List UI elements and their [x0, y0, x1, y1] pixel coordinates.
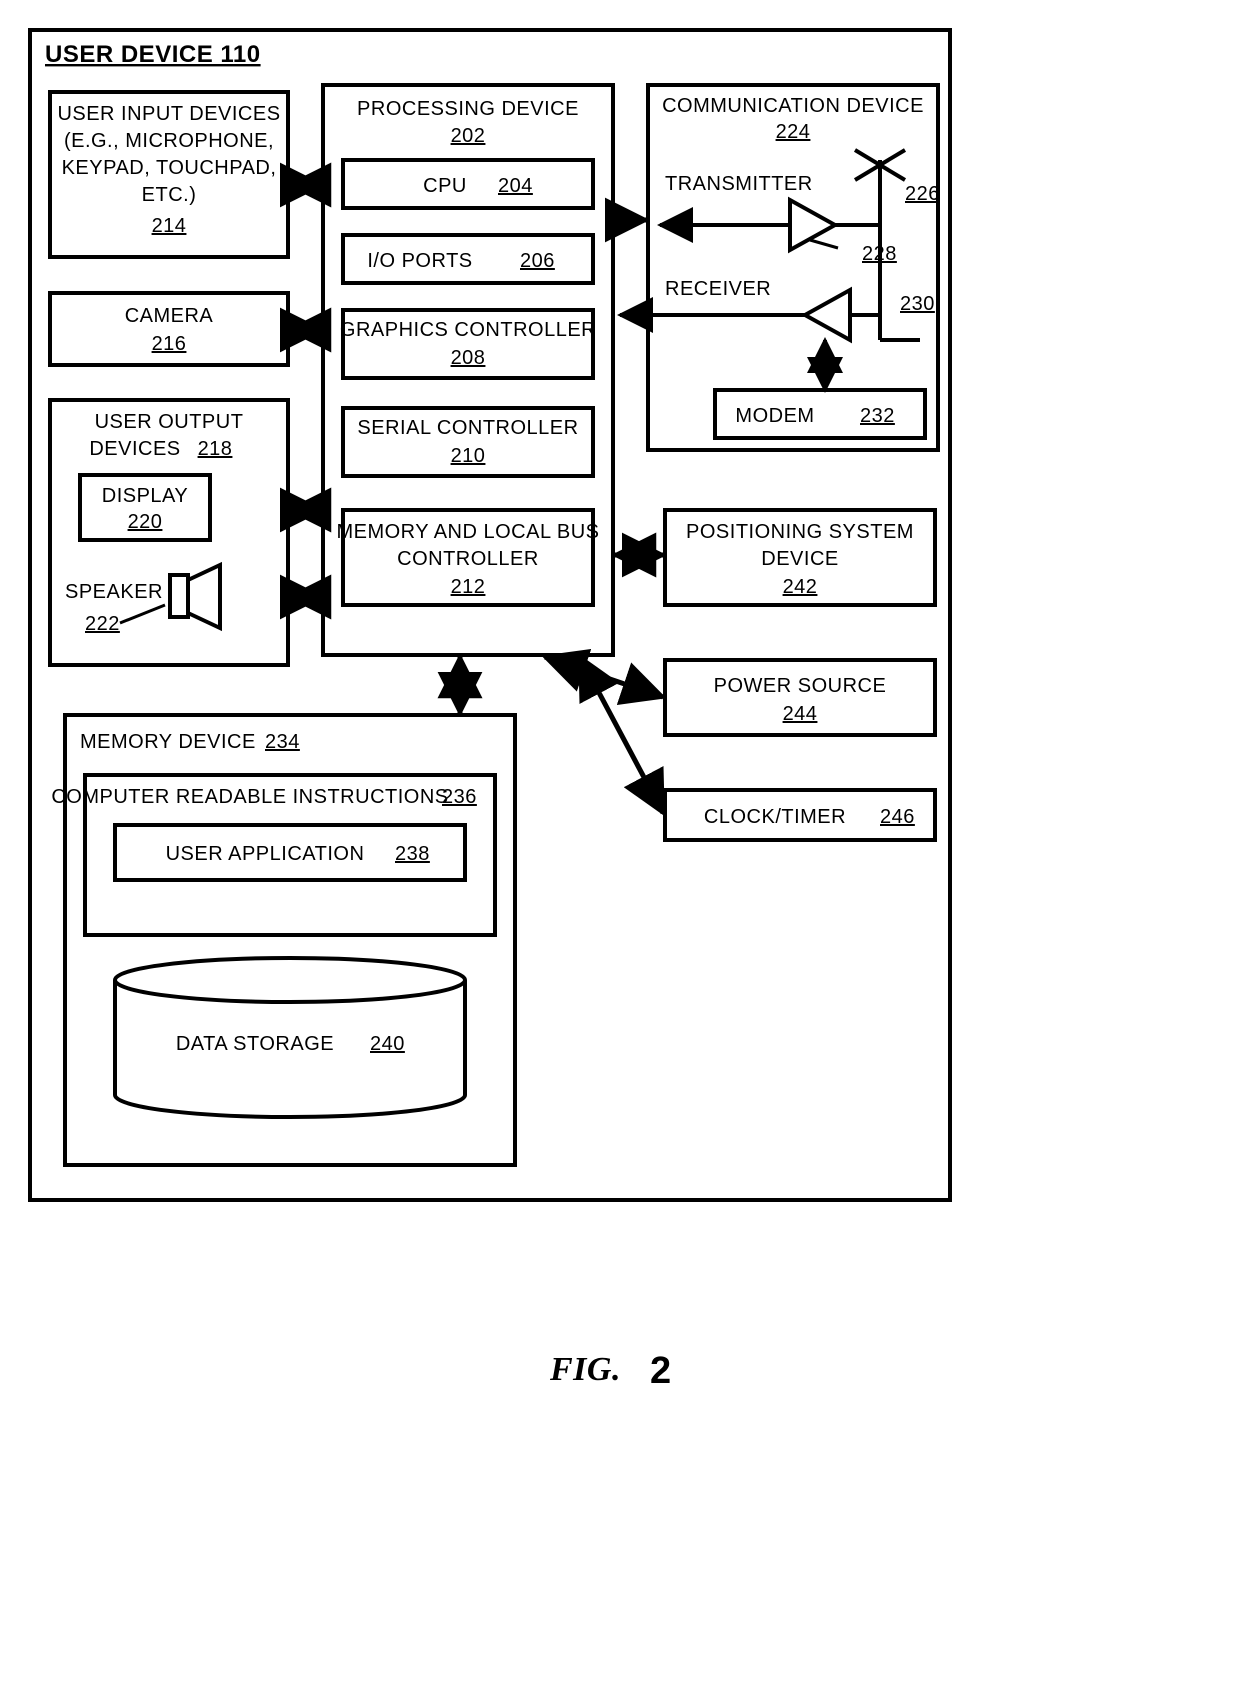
block-user-output: USER OUTPUT DEVICES 218 DISPLAY 220 SPEA…: [50, 400, 288, 665]
svg-text:216: 216: [152, 333, 187, 355]
svg-text:CONTROLLER: CONTROLLER: [397, 548, 539, 570]
svg-text:DEVICES: DEVICES: [89, 438, 180, 460]
svg-text:204: 204: [498, 175, 533, 197]
svg-text:202: 202: [451, 125, 486, 147]
block-communication-device: COMMUNICATION DEVICE 224 TRANSMITTER REC…: [620, 85, 940, 450]
svg-text:214: 214: [152, 215, 187, 237]
svg-text:212: 212: [451, 576, 486, 598]
svg-text:206: 206: [520, 250, 555, 272]
svg-text:232: 232: [860, 405, 895, 427]
block-power-source: POWER SOURCE 244: [665, 660, 935, 735]
svg-text:236: 236: [442, 786, 477, 808]
svg-text:(E.G., MICROPHONE,: (E.G., MICROPHONE,: [64, 130, 274, 152]
svg-text:SPEAKER: SPEAKER: [65, 581, 163, 603]
svg-text:242: 242: [783, 576, 818, 598]
svg-text:218: 218: [198, 438, 233, 460]
svg-text:ETC.): ETC.): [142, 184, 197, 206]
svg-text:MODEM: MODEM: [735, 405, 814, 427]
svg-text:COMMUNICATION DEVICE: COMMUNICATION DEVICE: [662, 95, 924, 117]
svg-text:246: 246: [880, 806, 915, 828]
svg-text:DISPLAY: DISPLAY: [102, 485, 189, 507]
block-user-input: USER INPUT DEVICES (E.G., MICROPHONE, KE…: [50, 92, 288, 257]
block-clock-timer: CLOCK/TIMER 246: [665, 790, 935, 840]
block-processing-device: PROCESSING DEVICE 202 CPU 204 I/O PORTS …: [323, 85, 613, 655]
svg-text:SERIAL CONTROLLER: SERIAL CONTROLLER: [357, 417, 578, 439]
svg-text:210: 210: [451, 445, 486, 467]
transmitter-amp-icon: [790, 200, 835, 250]
svg-text:230: 230: [900, 293, 935, 315]
block-memory-device: MEMORY DEVICE 234 COMPUTER READABLE INST…: [51, 715, 515, 1165]
speaker-icon: [170, 565, 220, 628]
svg-text:224: 224: [776, 121, 811, 143]
figure-label: FIG.: [549, 1351, 621, 1388]
svg-text:CLOCK/TIMER: CLOCK/TIMER: [704, 806, 846, 828]
svg-text:244: 244: [783, 703, 818, 725]
svg-text:I/O PORTS: I/O PORTS: [367, 250, 472, 272]
svg-text:PROCESSING DEVICE: PROCESSING DEVICE: [357, 98, 579, 120]
receiver-amp-icon: [805, 290, 850, 340]
svg-text:208: 208: [451, 347, 486, 369]
svg-text:DATA STORAGE: DATA STORAGE: [176, 1033, 334, 1055]
block-camera: CAMERA 216: [50, 293, 288, 365]
svg-text:CAMERA: CAMERA: [125, 305, 214, 327]
svg-text:226: 226: [905, 183, 940, 205]
svg-text:MEMORY DEVICE: MEMORY DEVICE: [80, 731, 256, 753]
svg-text:POSITIONING SYSTEM: POSITIONING SYSTEM: [686, 521, 914, 543]
svg-text:TRANSMITTER: TRANSMITTER: [665, 173, 813, 195]
svg-text:222: 222: [85, 613, 120, 635]
svg-text:220: 220: [128, 511, 163, 533]
diagram-svg: USER DEVICE 110 USER INPUT DEVICES (E.G.…: [0, 0, 1240, 1702]
outer-title: USER DEVICE 110: [45, 41, 261, 68]
svg-text:CPU: CPU: [423, 175, 467, 197]
svg-text:USER INPUT DEVICES: USER INPUT DEVICES: [57, 103, 280, 125]
svg-text:228: 228: [862, 243, 897, 265]
figure-number: 2: [650, 1350, 672, 1392]
svg-text:USER OUTPUT: USER OUTPUT: [95, 411, 244, 433]
connectors: [290, 185, 663, 813]
svg-text:KEYPAD, TOUCHPAD,: KEYPAD, TOUCHPAD,: [62, 157, 277, 179]
block-positioning-system: POSITIONING SYSTEM DEVICE 242: [665, 510, 935, 605]
svg-text:USER APPLICATION: USER APPLICATION: [166, 843, 365, 865]
svg-text:DEVICE: DEVICE: [761, 548, 838, 570]
svg-text:RECEIVER: RECEIVER: [665, 278, 771, 300]
svg-text:240: 240: [370, 1033, 405, 1055]
svg-text:POWER SOURCE: POWER SOURCE: [714, 675, 887, 697]
svg-text:234: 234: [265, 731, 300, 753]
svg-text:COMPUTER READABLE INSTRUCTIONS: COMPUTER READABLE INSTRUCTIONS: [51, 786, 448, 808]
svg-text:GRAPHICS CONTROLLER: GRAPHICS CONTROLLER: [340, 319, 596, 341]
svg-text:238: 238: [395, 843, 430, 865]
svg-text:MEMORY AND LOCAL BUS: MEMORY AND LOCAL BUS: [336, 521, 599, 543]
